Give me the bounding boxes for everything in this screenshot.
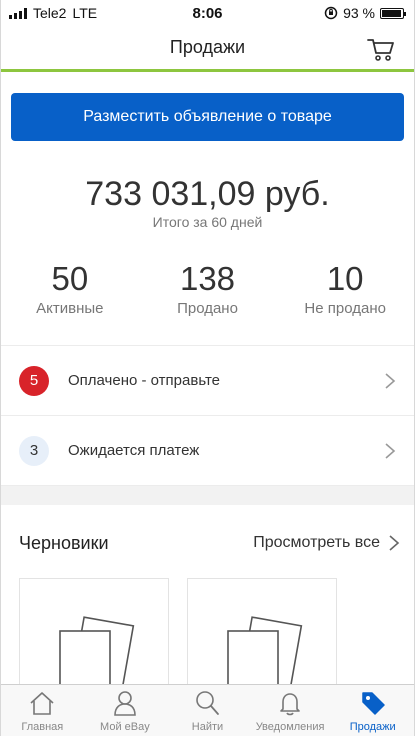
tab-label: Уведомления <box>255 721 325 733</box>
stat-active[interactable]: 50 Активные <box>1 260 139 317</box>
row-awaiting-payment[interactable]: 3 Ожидается платеж <box>1 415 414 485</box>
row-label: Ожидается платеж <box>68 442 200 459</box>
tab-selling[interactable]: Продажи <box>331 685 414 736</box>
see-all-label: Просмотреть все <box>253 534 380 551</box>
stat-unsold[interactable]: 10 Не продано <box>276 260 414 317</box>
tab-label: Продажи <box>349 721 396 733</box>
tab-notifications[interactable]: Уведомления <box>249 685 332 736</box>
sales-total-amount: 733 031,09 руб. <box>85 175 330 213</box>
battery-percent: 93 % <box>343 5 375 21</box>
sales-total-caption: Итого за 60 дней <box>152 214 263 230</box>
stat-value: 50 <box>51 260 89 297</box>
chevron-right-icon <box>385 372 396 389</box>
tab-search[interactable]: Найти <box>166 685 249 736</box>
row-label: Оплачено - отправьте <box>68 372 221 389</box>
status-left: Tele2 LTE <box>9 5 324 21</box>
status-bar: Tele2 LTE 8:06 93 % <box>1 0 414 26</box>
stat-sold[interactable]: 138 Продано <box>139 260 277 317</box>
stat-value: 138 <box>179 260 236 297</box>
tab-label: Главная <box>21 721 64 733</box>
count-badge: 5 <box>19 365 49 396</box>
count-badge: 3 <box>19 435 49 466</box>
tab-label: Мой eBay <box>100 721 150 733</box>
tab-my-ebay[interactable]: Мой eBay <box>84 685 167 736</box>
nav-header: Продажи <box>1 26 414 72</box>
listing-stats: 50 Активные 138 Продано 10 Не продано <box>1 260 414 317</box>
search-icon <box>196 691 220 715</box>
signal-icon <box>9 7 27 19</box>
battery-icon <box>380 7 406 19</box>
app-screen: Tele2 LTE 8:06 93 % Продажи Разместить о… <box>0 0 415 736</box>
network-type: LTE <box>72 5 98 21</box>
bell-icon <box>280 693 300 716</box>
stat-label: Не продано <box>304 300 386 317</box>
tab-bar: Главная Мой eBay Найти Уведомления Прода… <box>1 684 414 736</box>
chevron-right-icon <box>389 535 400 551</box>
stat-label: Активные <box>36 300 104 317</box>
chevron-right-icon <box>385 442 396 459</box>
page-title: Продажи <box>169 37 246 57</box>
stat-label: Продано <box>177 300 238 317</box>
tag-icon <box>361 692 385 715</box>
row-paid-ship[interactable]: 5 Оплачено - отправьте <box>1 345 414 415</box>
carrier-name: Tele2 <box>33 5 67 21</box>
cart-icon[interactable] <box>366 34 396 64</box>
list-item-button[interactable]: Разместить объявление о товаре <box>11 93 404 141</box>
profile-icon <box>114 691 136 716</box>
orientation-lock-icon <box>324 6 338 20</box>
tab-home[interactable]: Главная <box>1 685 84 736</box>
stat-value: 10 <box>326 260 364 297</box>
tab-label: Найти <box>191 721 224 733</box>
drafts-title: Черновики <box>19 532 109 553</box>
section-divider <box>1 485 414 505</box>
see-all-drafts-link[interactable]: Просмотреть все <box>253 534 400 552</box>
home-icon <box>30 692 54 715</box>
drafts-header: Черновики Просмотреть все <box>1 528 414 558</box>
battery-fill <box>382 9 401 17</box>
status-right: 93 % <box>324 5 406 21</box>
